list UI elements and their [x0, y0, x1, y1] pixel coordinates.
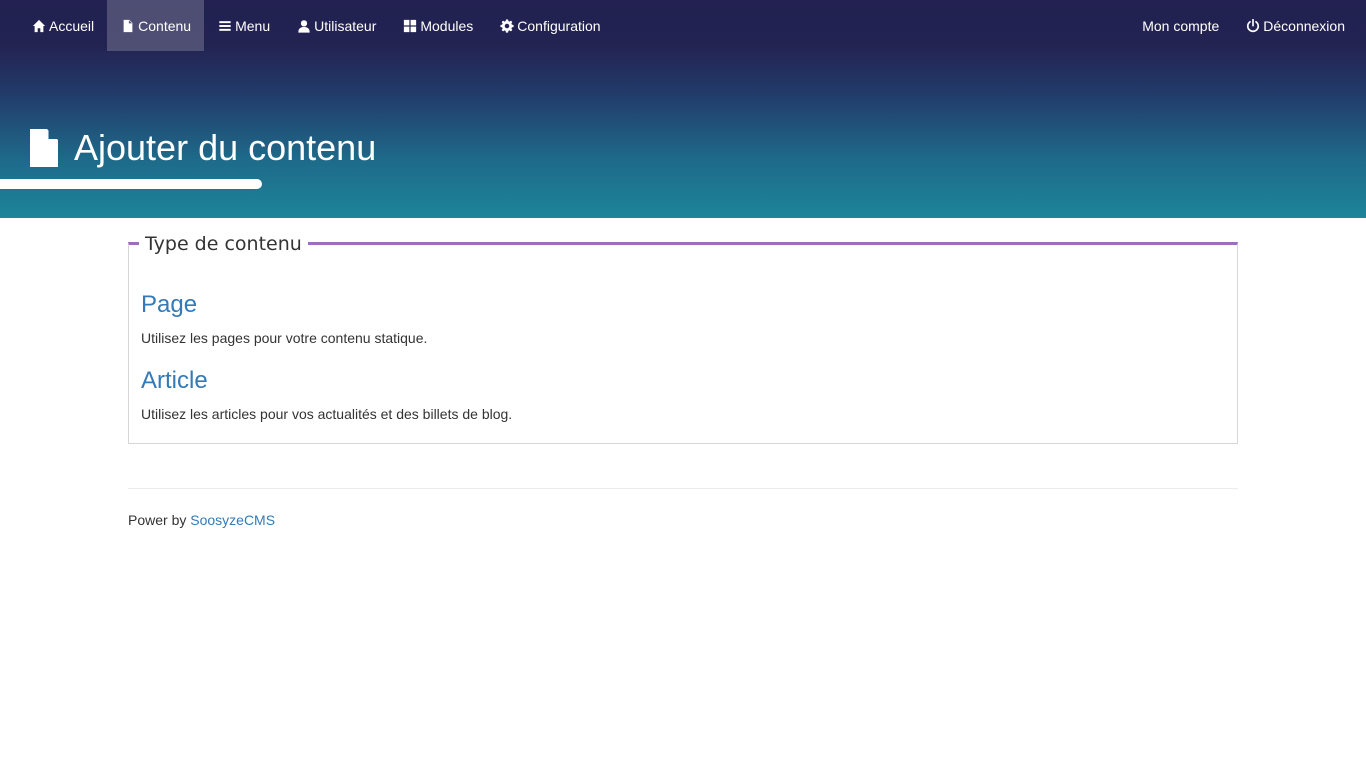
nav-label: Configuration: [517, 17, 601, 34]
file-icon: [30, 129, 58, 167]
content-type-link-page[interactable]: Page: [141, 290, 427, 320]
nav-left-group: Accueil Contenu Menu Utilisateur Modules…: [18, 0, 614, 51]
nav-label: Mon compte: [1142, 17, 1220, 34]
main-navbar: Accueil Contenu Menu Utilisateur Modules…: [0, 0, 1366, 51]
footer-divider: [128, 488, 1238, 489]
nav-item-utilisateur[interactable]: Utilisateur: [283, 0, 389, 51]
home-icon: [31, 18, 46, 33]
page-header: Accueil Contenu Menu Utilisateur Modules…: [0, 0, 1366, 218]
nav-item-contenu[interactable]: Contenu: [107, 0, 205, 51]
gear-icon: [499, 18, 514, 33]
title-underline: [0, 179, 262, 189]
nav-right-group: Mon compte Déconnexion: [1129, 0, 1358, 51]
content-type-description: Utilisez les pages pour votre contenu st…: [141, 330, 428, 346]
th-large-icon: [402, 18, 417, 33]
fieldset-legend: Type de contenu: [139, 233, 308, 255]
footer-cms-link[interactable]: SoosyzeCMS: [190, 512, 275, 528]
content-type-item-page: Page Utilisez les pages pour votre conte…: [141, 290, 427, 348]
bars-icon: [217, 18, 232, 33]
nav-item-modules[interactable]: Modules: [389, 0, 486, 51]
page-footer: Power by SoosyzeCMS: [128, 510, 275, 530]
content-type-description: Utilisez les articles pour vos actualité…: [141, 406, 513, 422]
nav-item-menu[interactable]: Menu: [204, 0, 283, 51]
file-icon: [120, 18, 135, 33]
page-heading: Ajouter du contenu: [30, 124, 376, 172]
nav-item-deconnexion[interactable]: Déconnexion: [1232, 0, 1358, 51]
nav-item-mon-compte[interactable]: Mon compte: [1129, 0, 1232, 51]
nav-label: Déconnexion: [1263, 17, 1345, 34]
nav-label: Modules: [420, 17, 474, 34]
nav-label: Accueil: [49, 17, 95, 34]
nav-label: Utilisateur: [314, 17, 377, 34]
content-type-link-article[interactable]: Article: [141, 366, 512, 396]
nav-label: Contenu: [138, 17, 192, 34]
main-content: Type de contenu Page Utilisez les pages …: [128, 218, 1238, 528]
content-type-fieldset: Type de contenu Page Utilisez les pages …: [128, 233, 1238, 444]
content-type-item-article: Article Utilisez les articles pour vos a…: [141, 366, 512, 424]
page-title: Ajouter du contenu: [74, 127, 377, 168]
power-icon: [1245, 18, 1260, 33]
nav-item-accueil[interactable]: Accueil: [18, 0, 107, 51]
user-icon: [296, 18, 311, 33]
footer-prefix: Power by: [128, 512, 191, 528]
nav-item-configuration[interactable]: Configuration: [486, 0, 613, 51]
nav-label: Menu: [235, 17, 271, 34]
